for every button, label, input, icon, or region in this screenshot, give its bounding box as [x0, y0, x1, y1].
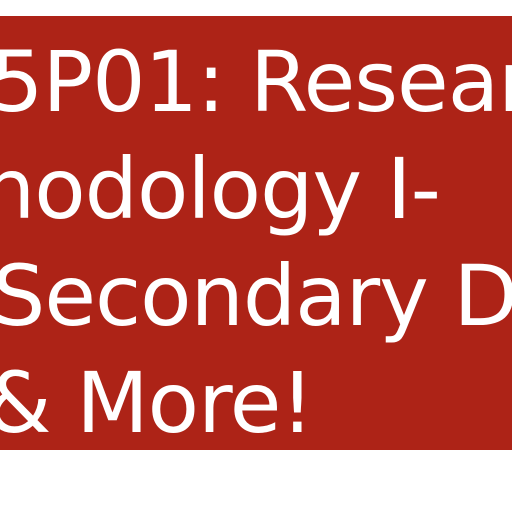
title-line-2: hodology I- — [0, 140, 441, 238]
title-line-1: 5P01: Researc — [0, 33, 512, 131]
title-line-4: & More! — [0, 354, 314, 450]
title-banner: 5P01: Researc hodology I- Secondary Dat … — [0, 16, 512, 450]
title-line-3: Secondary Dat — [0, 247, 512, 345]
slide-canvas: 5P01: Researc hodology I- Secondary Dat … — [0, 0, 512, 512]
